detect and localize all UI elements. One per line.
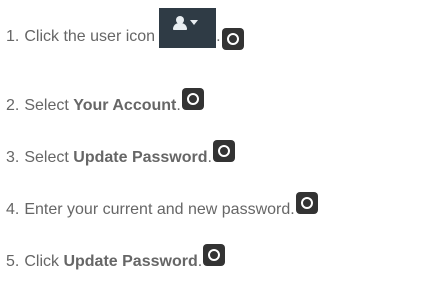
step-bold: Your Account bbox=[73, 97, 177, 114]
step-1: 1. Click the user icon . bbox=[6, 8, 244, 50]
step-number: 2. bbox=[6, 97, 20, 114]
camera-icon[interactable] bbox=[295, 192, 318, 214]
user-avatar-body bbox=[173, 23, 188, 30]
step-bold: Update Password bbox=[73, 149, 208, 166]
step-suffix: . bbox=[216, 28, 221, 45]
step-4: 4. Enter your current and new password. bbox=[6, 192, 318, 220]
step-number: 1. bbox=[6, 28, 20, 45]
step-suffix: . bbox=[176, 97, 181, 114]
step-number: 3. bbox=[6, 149, 20, 166]
camera-icon[interactable] bbox=[212, 140, 235, 162]
step-5: 5. Click Update Password . bbox=[6, 244, 226, 272]
user-menu-icon[interactable] bbox=[159, 8, 217, 48]
step-3: 3. Select Update Password . bbox=[6, 140, 235, 168]
step-2: 2. Select Your Account . bbox=[6, 88, 204, 116]
step-number: 5. bbox=[6, 253, 20, 270]
step-bold: Update Password bbox=[63, 253, 198, 270]
chevron-down-icon bbox=[190, 20, 199, 25]
camera-icon[interactable] bbox=[203, 244, 226, 266]
camera-icon[interactable] bbox=[181, 88, 204, 110]
step-suffix: . bbox=[197, 253, 203, 270]
step-prefix: Select bbox=[24, 149, 74, 166]
step-prefix: Click bbox=[24, 253, 64, 270]
step-text: Click the user icon bbox=[24, 28, 156, 45]
step-suffix: . bbox=[207, 149, 212, 166]
camera-icon[interactable] bbox=[221, 28, 244, 50]
step-text: Enter your current and new password. bbox=[24, 201, 295, 218]
step-number: 4. bbox=[6, 201, 20, 218]
step-prefix: Select bbox=[24, 97, 74, 114]
